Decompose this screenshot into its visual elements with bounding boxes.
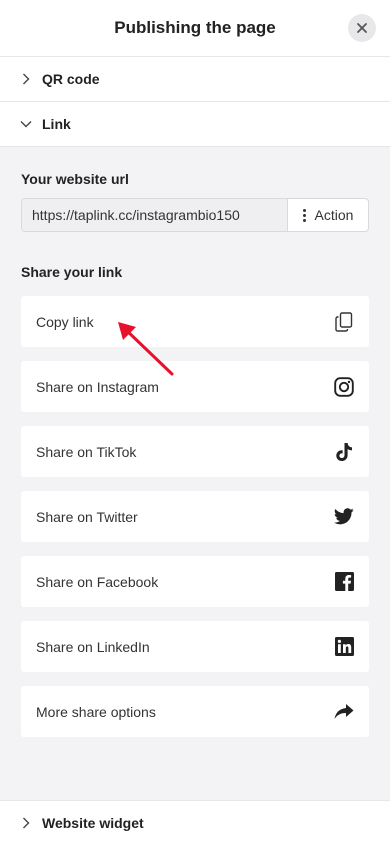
twitter-icon	[333, 506, 355, 528]
share-item-label: Share on Instagram	[36, 378, 159, 395]
section-website-widget[interactable]: Website widget	[0, 800, 390, 844]
dialog-header: Publishing the page	[0, 0, 390, 56]
linkedin-icon	[333, 636, 355, 658]
share-item-label: More share options	[36, 703, 156, 720]
copy-icon	[333, 311, 355, 333]
share-item-label: Share on LinkedIn	[36, 638, 150, 655]
share-item-label: Copy link	[36, 313, 94, 330]
share-twitter-button[interactable]: Share on Twitter	[21, 491, 369, 542]
url-title: Your website url	[21, 171, 129, 187]
url-field: https://taplink.cc/instagrambio150 Actio…	[21, 198, 369, 232]
chevron-right-icon	[20, 73, 32, 85]
tiktok-icon	[333, 441, 355, 463]
url-value[interactable]: https://taplink.cc/instagrambio150	[22, 199, 288, 231]
section-label: Website widget	[42, 814, 144, 831]
share-linkedin-button[interactable]: Share on LinkedIn	[21, 621, 369, 672]
share-item-label: Share on Twitter	[36, 508, 138, 525]
action-label: Action	[314, 207, 354, 223]
share-facebook-button[interactable]: Share on Facebook	[21, 556, 369, 607]
page-title: Publishing the page	[114, 18, 276, 37]
section-link[interactable]: Link	[0, 101, 390, 146]
section-qr-code[interactable]: QR code	[0, 56, 390, 101]
more-vertical-icon	[302, 208, 306, 222]
chevron-down-icon	[20, 118, 32, 130]
close-icon	[357, 23, 367, 33]
share-arrow-icon	[333, 701, 355, 723]
facebook-icon	[333, 571, 355, 593]
instagram-icon	[333, 376, 355, 398]
share-list: Copy link Share on Instagram Share on Ti…	[21, 296, 369, 737]
share-item-label: Share on TikTok	[36, 443, 137, 460]
share-item-label: Share on Facebook	[36, 573, 159, 590]
chevron-right-icon	[20, 817, 32, 829]
more-share-options-button[interactable]: More share options	[21, 686, 369, 737]
share-instagram-button[interactable]: Share on Instagram	[21, 361, 369, 412]
section-label: Link	[42, 116, 71, 132]
copy-link-button[interactable]: Copy link	[21, 296, 369, 347]
section-label: QR code	[42, 71, 100, 87]
close-button[interactable]	[348, 14, 376, 42]
share-title: Share your link	[21, 264, 123, 280]
action-button[interactable]: Action	[288, 199, 368, 231]
share-tiktok-button[interactable]: Share on TikTok	[21, 426, 369, 477]
link-panel: Your website url https://taplink.cc/inst…	[0, 146, 390, 801]
